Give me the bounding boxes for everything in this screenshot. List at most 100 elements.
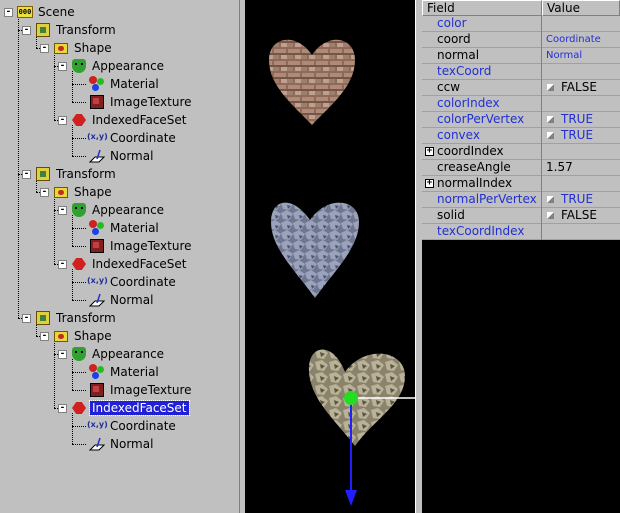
splitter-right[interactable] (415, 0, 422, 513)
tree-node-imagetexture[interactable]: ImageTexture (89, 381, 194, 399)
tree-node-label[interactable]: Shape (72, 329, 114, 343)
tree-node-imagetexture[interactable]: ImageTexture (89, 237, 194, 255)
tree-node-label[interactable]: Coordinate (108, 131, 178, 145)
field-row-texcoord[interactable]: texCoord (422, 64, 620, 80)
tree-node-label[interactable]: Normal (108, 437, 155, 451)
toggle-arrow-icon[interactable] (546, 113, 555, 123)
tree-node-label[interactable]: Shape (72, 41, 114, 55)
tree-node-transform[interactable]: - Transform (22, 165, 118, 183)
tree-node-label[interactable]: ImageTexture (108, 239, 194, 253)
center-handle-icon[interactable] (344, 391, 358, 405)
field-table[interactable]: Field Value color coord Coordinate normal No… (422, 0, 620, 513)
3d-viewport[interactable] (245, 0, 415, 513)
field-value[interactable]: FALSE (542, 208, 620, 224)
brick-heart-object[interactable] (269, 39, 355, 125)
collapse-toggle-icon[interactable]: - (58, 205, 67, 215)
field-row-texcoordindex[interactable]: texCoordIndex (422, 224, 620, 240)
field-value[interactable]: Normal (542, 48, 620, 64)
tree-node-label[interactable]: Transform (54, 311, 118, 325)
tree-node-label[interactable]: IndexedFaceSet (89, 400, 190, 416)
value-column-header[interactable]: Value (542, 0, 620, 16)
z-axis-arrow-icon[interactable] (345, 490, 357, 506)
collapse-toggle-icon[interactable]: - (40, 43, 49, 53)
tree-node-indexedfaceset[interactable]: - IndexedFaceSet (58, 399, 190, 417)
tree-node-material[interactable]: Material (89, 75, 161, 93)
toggle-arrow-icon[interactable] (546, 209, 555, 219)
tree-node-label[interactable]: Transform (54, 23, 118, 37)
field-row-coord[interactable]: coord Coordinate (422, 32, 620, 48)
tree-node-label[interactable]: Scene (36, 5, 77, 19)
tree-node-transform[interactable]: - Transform (22, 21, 118, 39)
tree-node-normal[interactable]: Normal (88, 291, 155, 309)
tree-node-label[interactable]: Coordinate (108, 419, 178, 433)
tree-node-material[interactable]: Material (89, 363, 161, 381)
tree-node-label[interactable]: Transform (54, 167, 118, 181)
field-row-normalindex[interactable]: + normalIndex (422, 176, 620, 192)
slate-heart-object[interactable] (271, 202, 359, 298)
field-value[interactable] (542, 64, 620, 80)
tree-node-label[interactable]: IndexedFaceSet (90, 113, 189, 127)
tree-node-label[interactable]: Appearance (90, 347, 166, 361)
collapse-toggle-icon[interactable]: - (40, 331, 49, 341)
tree-node-appearance[interactable]: - Appearance (58, 57, 166, 75)
tree-node-label[interactable]: Appearance (90, 59, 166, 73)
collapse-toggle-icon[interactable]: - (22, 313, 31, 323)
tree-node-normal[interactable]: Normal (88, 147, 155, 165)
tree-node-label[interactable]: IndexedFaceSet (90, 257, 189, 271)
tree-node-label[interactable]: Material (108, 365, 161, 379)
toggle-arrow-icon[interactable] (546, 129, 555, 139)
field-row-colorpervertex[interactable]: colorPerVertex TRUE (422, 112, 620, 128)
tree-node-label[interactable]: ImageTexture (108, 383, 194, 397)
field-value[interactable] (542, 176, 620, 192)
field-value[interactable]: TRUE (542, 128, 620, 144)
field-row-solid[interactable]: solid FALSE (422, 208, 620, 224)
field-value[interactable]: FALSE (542, 80, 620, 96)
tree-node-label[interactable]: ImageTexture (108, 95, 194, 109)
field-row-convex[interactable]: convex TRUE (422, 128, 620, 144)
collapse-toggle-icon[interactable]: - (58, 259, 67, 269)
collapse-toggle-icon[interactable]: - (40, 187, 49, 197)
field-value[interactable] (542, 144, 620, 160)
field-value[interactable]: TRUE (542, 192, 620, 208)
field-value[interactable]: Coordinate (542, 32, 620, 48)
tree-node-label[interactable]: Normal (108, 149, 155, 163)
field-row-normalpervertex[interactable]: normalPerVertex TRUE (422, 192, 620, 208)
tree-node-scene[interactable]: -000 Scene (4, 3, 77, 21)
field-row-color[interactable]: color (422, 16, 620, 32)
toggle-arrow-icon[interactable] (546, 81, 555, 91)
field-row-normal[interactable]: normal Normal (422, 48, 620, 64)
field-value[interactable]: TRUE (542, 112, 620, 128)
tree-node-material[interactable]: Material (89, 219, 161, 237)
tree-node-label[interactable]: Appearance (90, 203, 166, 217)
viewport-canvas[interactable] (245, 0, 415, 513)
collapse-toggle-icon[interactable]: - (58, 403, 67, 413)
tree-node-shape[interactable]: - Shape (40, 183, 114, 201)
tree-node-imagetexture[interactable]: ImageTexture (89, 93, 194, 111)
scene-tree-panel[interactable]: -000 Scene - Transform - Shape - Appearance Mate… (0, 0, 240, 513)
field-row-creaseangle[interactable]: creaseAngle 1.57 (422, 160, 620, 176)
field-row-coordindex[interactable]: + coordIndex (422, 144, 620, 160)
field-value[interactable] (542, 16, 620, 32)
tree-node-coordinate[interactable]: (x,y) Coordinate (87, 273, 178, 291)
toggle-arrow-icon[interactable] (546, 193, 555, 203)
field-value[interactable] (542, 224, 620, 240)
tree-node-normal[interactable]: Normal (88, 435, 155, 453)
collapse-toggle-icon[interactable]: - (58, 349, 67, 359)
tree-node-label[interactable]: Material (108, 77, 161, 91)
tree-node-label[interactable]: Shape (72, 185, 114, 199)
field-row-colorindex[interactable]: colorIndex (422, 96, 620, 112)
tree-node-appearance[interactable]: - Appearance (58, 201, 166, 219)
field-row-ccw[interactable]: ccw FALSE (422, 80, 620, 96)
tree-node-shape[interactable]: - Shape (40, 327, 114, 345)
tree-node-shape[interactable]: - Shape (40, 39, 114, 57)
collapse-toggle-icon[interactable]: - (58, 61, 67, 71)
field-value[interactable]: 1.57 (542, 160, 620, 176)
collapse-toggle-icon[interactable]: - (22, 25, 31, 35)
tree-node-indexedfaceset[interactable]: - IndexedFaceSet (58, 111, 189, 129)
field-value[interactable] (542, 96, 620, 112)
tree-node-label[interactable]: Normal (108, 293, 155, 307)
tree-node-coordinate[interactable]: (x,y) Coordinate (87, 417, 178, 435)
collapse-toggle-icon[interactable]: - (58, 115, 67, 125)
tree-node-appearance[interactable]: - Appearance (58, 345, 166, 363)
tree-node-indexedfaceset[interactable]: - IndexedFaceSet (58, 255, 189, 273)
